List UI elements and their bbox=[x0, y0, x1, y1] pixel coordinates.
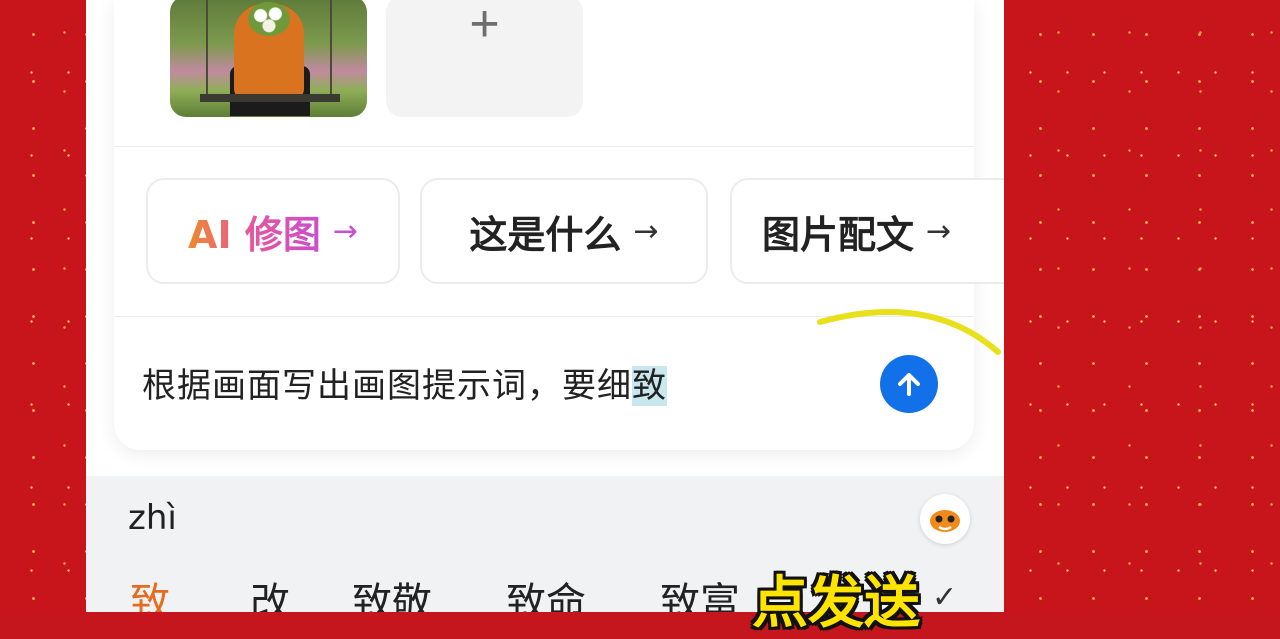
arrow-right-icon: → bbox=[332, 213, 358, 249]
candidate-item[interactable]: 改 bbox=[250, 570, 352, 612]
plus-icon: + bbox=[469, 0, 500, 53]
uploaded-image-thumbnail[interactable] bbox=[170, 0, 367, 117]
pinyin-composition: zhì bbox=[128, 498, 177, 538]
swing-rope-left bbox=[206, 0, 208, 96]
arrow-up-icon bbox=[898, 373, 920, 396]
candidate-item[interactable]: 致 bbox=[130, 570, 250, 612]
overlay-caption: 点发送 bbox=[752, 571, 920, 636]
candidate-bar: 致 改 致敬 致命 致富 bbox=[130, 570, 780, 612]
photo-bouquet bbox=[248, 2, 290, 36]
mascot-face bbox=[930, 510, 960, 532]
swing-rope-right bbox=[330, 0, 332, 96]
arrow-right-icon: → bbox=[633, 213, 659, 249]
candidate-item[interactable]: 致命 bbox=[506, 570, 660, 612]
chip-what-is-this[interactable]: 这是什么 → bbox=[420, 178, 708, 284]
chip-label: 这是什么 bbox=[469, 212, 622, 257]
compose-card: + AI 修图 → 这是什么 → 图片配文 → 根据画面写出画图提示词，要细致 bbox=[114, 0, 1004, 450]
chip-image-caption[interactable]: 图片配文 → bbox=[730, 178, 1004, 284]
candidate-item[interactable]: 致敬 bbox=[352, 570, 506, 612]
mascot-icon[interactable] bbox=[920, 494, 970, 544]
chip-label: AI 修图 bbox=[188, 204, 321, 259]
prompt-text: 根据画面写出画图提示词，要细 bbox=[142, 366, 632, 406]
divider bbox=[114, 146, 974, 147]
swing-seat bbox=[200, 94, 340, 102]
highlight-arc bbox=[817, 309, 1001, 355]
composing-char: 致 bbox=[632, 366, 667, 406]
check-icon[interactable]: ✓ bbox=[932, 580, 957, 615]
prompt-input[interactable]: 根据画面写出画图提示词，要细致 bbox=[142, 358, 667, 407]
chip-ai-retouch[interactable]: AI 修图 → bbox=[146, 178, 400, 284]
arrow-right-icon: → bbox=[926, 213, 952, 249]
add-image-button[interactable]: + bbox=[386, 0, 583, 117]
chip-label: 图片配文 bbox=[762, 212, 915, 257]
